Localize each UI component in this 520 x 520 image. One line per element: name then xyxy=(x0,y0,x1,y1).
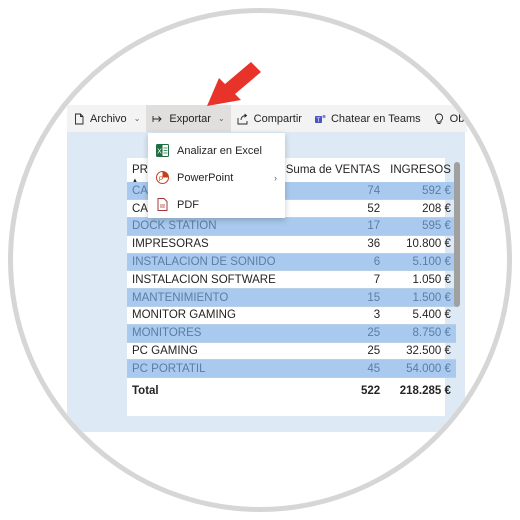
row-product: INSTALACION DE SONIDO xyxy=(127,253,281,272)
row-product: DOCK STATION xyxy=(127,217,281,236)
row-product: MANTENIMIENTO xyxy=(127,288,281,308)
row-ingresos: 592 € xyxy=(385,182,456,201)
total-label: Total xyxy=(127,377,281,404)
file-icon xyxy=(75,113,84,124)
row-ingresos: 10.800 € xyxy=(385,235,456,254)
row-ventas: 3 xyxy=(280,306,386,325)
menu-item-label: PDF xyxy=(177,198,199,211)
row-ventas: 45 xyxy=(280,359,386,379)
obtener-label: Obt xyxy=(449,112,468,125)
archivo-label: Archivo xyxy=(90,112,127,125)
table-row[interactable]: PC GAMING 25 32.500 € xyxy=(127,342,456,361)
row-ingresos: 208 € xyxy=(385,199,456,219)
row-ingresos: 1.050 € xyxy=(385,270,456,290)
menu-item-label: Analizar en Excel xyxy=(177,144,262,157)
row-ingresos: 595 € xyxy=(385,217,456,236)
teams-icon: T xyxy=(314,114,326,124)
obtener-button[interactable]: Obt xyxy=(427,105,474,132)
excel-icon: X xyxy=(156,144,169,157)
row-product: PC PORTATIL xyxy=(127,359,281,379)
share-icon xyxy=(237,113,248,124)
row-ventas: 17 xyxy=(280,217,386,236)
column-header-ingresos[interactable]: INGRESOS xyxy=(385,158,456,182)
row-product: MONITORES xyxy=(127,324,281,343)
svg-text:P: P xyxy=(159,176,163,183)
row-ventas: 52 xyxy=(280,199,386,219)
menu-item-analizar-excel[interactable]: X Analizar en Excel xyxy=(148,137,285,164)
chevron-down-icon: ⌄ xyxy=(133,114,141,123)
row-ingresos: 1.500 € xyxy=(385,288,456,308)
red-arrow-icon xyxy=(207,62,261,106)
lightbulb-icon xyxy=(434,113,443,124)
row-ingresos: 32.500 € xyxy=(385,342,456,361)
row-ingresos: 5.400 € xyxy=(385,306,456,325)
row-ventas: 7 xyxy=(280,270,386,290)
table-row[interactable]: IMPRESORAS 36 10.800 € xyxy=(127,235,456,254)
row-ingresos: 54.000 € xyxy=(385,359,456,379)
svg-text:T: T xyxy=(317,118,321,124)
total-row: Total 522 218.285 € xyxy=(127,377,456,404)
menu-item-label: PowerPoint xyxy=(177,171,234,184)
sort-ascending-icon[interactable]: ▲ xyxy=(132,178,138,184)
table-scrollbar[interactable] xyxy=(454,162,460,307)
row-ingresos: 8.750 € xyxy=(385,324,456,343)
report-toolbar: Archivo ⌄ Exportar ⌄ Compartir T Chatear… xyxy=(67,105,467,132)
exportar-label: Exportar xyxy=(169,112,211,125)
menu-item-powerpoint[interactable]: P PowerPoint › xyxy=(148,164,285,191)
column-header-ventas[interactable]: Suma de VENTAS xyxy=(281,158,385,182)
row-ventas: 6 xyxy=(280,253,386,272)
chevron-down-icon: ⌄ xyxy=(217,114,225,123)
row-product: INSTALACION SOFTWARE xyxy=(127,270,281,290)
chatear-label: Chatear en Teams xyxy=(330,112,421,125)
table-row[interactable]: INSTALACION SOFTWARE 7 1.050 € xyxy=(127,270,456,290)
export-icon xyxy=(152,115,163,122)
pdf-icon xyxy=(157,198,168,211)
table-row[interactable]: MONITOR GAMING 3 5.400 € xyxy=(127,306,456,325)
table-row[interactable]: INSTALACION DE SONIDO 6 5.100 € xyxy=(127,253,456,272)
row-ventas: 15 xyxy=(280,288,386,308)
table-row[interactable]: MONITORES 25 8.750 € xyxy=(127,324,456,343)
archivo-menu-button[interactable]: Archivo ⌄ xyxy=(67,105,146,132)
row-ventas: 74 xyxy=(280,182,386,201)
total-ingresos: 218.285 € xyxy=(385,377,456,404)
svg-text:X: X xyxy=(157,149,162,156)
row-product: MONITOR GAMING xyxy=(127,306,281,325)
menu-item-pdf[interactable]: PDF xyxy=(148,191,285,218)
chevron-right-icon: › xyxy=(274,172,277,183)
table-row[interactable]: PC PORTATIL 45 54.000 € xyxy=(127,359,456,379)
table-row[interactable]: MANTENIMIENTO 15 1.500 € xyxy=(127,288,456,308)
table-row[interactable]: DOCK STATION 17 595 € xyxy=(127,217,456,236)
compartir-label: Compartir xyxy=(253,112,302,125)
total-ventas: 522 xyxy=(280,377,386,404)
row-ventas: 25 xyxy=(280,324,386,343)
powerpoint-icon: P xyxy=(156,171,169,184)
row-product: IMPRESORAS xyxy=(127,235,281,254)
circular-frame: Archivo ⌄ Exportar ⌄ Compartir T Chatear… xyxy=(8,8,512,512)
chatear-teams-button[interactable]: T Chatear en Teams xyxy=(308,105,427,132)
exportar-dropdown-menu: X Analizar en Excel P PowerPoint › PDF xyxy=(148,133,285,218)
row-ventas: 36 xyxy=(280,235,386,254)
row-product: PC GAMING xyxy=(127,342,281,361)
row-ventas: 25 xyxy=(280,342,386,361)
row-ingresos: 5.100 € xyxy=(385,253,456,272)
